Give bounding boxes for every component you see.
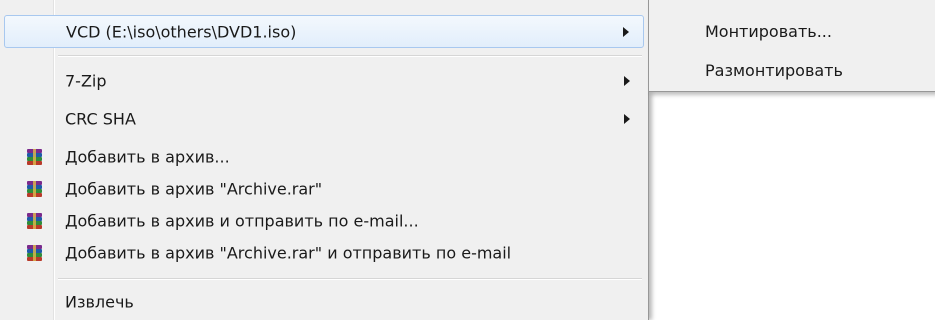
- menu-item-vcd[interactable]: VCD (E:\iso\others\DVD1.iso): [4, 15, 644, 48]
- menu-item-add-to-archive-rar[interactable]: Добавить в архив "Archive.rar": [4, 172, 644, 205]
- menu-item-7zip[interactable]: 7-Zip: [4, 64, 644, 97]
- menu-item-add-rar-and-email[interactable]: Добавить в архив "Archive.rar" и отправи…: [4, 236, 644, 269]
- submenu-arrow-icon: [623, 26, 629, 37]
- menu-item-label: Добавить в архив...: [65, 147, 230, 166]
- submenu-arrow-icon: [624, 113, 630, 124]
- menu-item-extract[interactable]: Извлечь: [4, 285, 644, 318]
- menu-item-add-and-email[interactable]: Добавить в архив и отправить по e-mail..…: [4, 204, 644, 237]
- screen: VCD (E:\iso\others\DVD1.iso) 7-Zip CRC S…: [0, 0, 935, 320]
- menu-item-crc-sha[interactable]: CRC SHA: [4, 102, 644, 135]
- menu-item-label: Добавить в архив "Archive.rar" и отправи…: [65, 243, 512, 262]
- submenu-arrow-icon: [624, 75, 630, 86]
- winrar-icon: [27, 180, 42, 197]
- winrar-icon: [27, 244, 42, 261]
- menu-item-label: VCD (E:\iso\others\DVD1.iso): [66, 22, 297, 41]
- menu-item-label: Добавить в архив и отправить по e-mail..…: [65, 211, 419, 230]
- vcd-submenu: Монтировать... Размонтировать: [648, 0, 935, 92]
- winrar-icon: [27, 212, 42, 229]
- winrar-icon: [27, 148, 42, 165]
- menu-item-label: Извлечь: [65, 292, 134, 311]
- menu-item-label: Добавить в архив "Archive.rar": [65, 179, 323, 198]
- menu-separator: [58, 278, 642, 280]
- context-menu: VCD (E:\iso\others\DVD1.iso) 7-Zip CRC S…: [0, 0, 649, 320]
- menu-separator: [58, 55, 642, 57]
- menu-item-add-to-archive[interactable]: Добавить в архив...: [4, 140, 644, 173]
- menu-item-label: 7-Zip: [65, 71, 107, 90]
- submenu-item-unmount[interactable]: Размонтировать: [705, 61, 843, 80]
- submenu-item-mount[interactable]: Монтировать...: [705, 22, 832, 41]
- menu-item-label: CRC SHA: [65, 109, 136, 128]
